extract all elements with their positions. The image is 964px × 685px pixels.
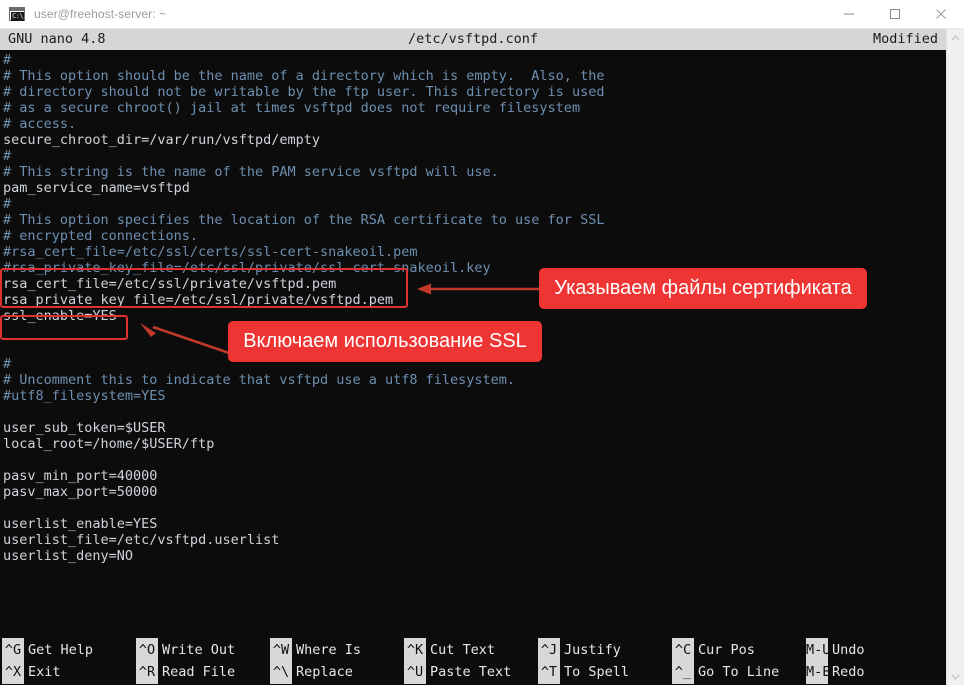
nano-shortcut-bar: ^GGet Help^XExit^OWrite Out^RRead File^W… [0,639,946,685]
window-title: user@freehost-server: ~ [34,7,166,21]
editor-line: # access. [3,116,946,132]
editor-line: # This string is the name of the PAM ser… [3,164,946,180]
shortcut-item[interactable]: ^OWrite Out [136,639,270,661]
shortcut-key: ^X [2,660,24,684]
chevron-down-icon [951,674,960,680]
editor-line: # Uncomment this to indicate that vsftpd… [3,372,946,388]
editor-line: # encrypted connections. [3,228,946,244]
nano-header-bar: GNU nano 4.8 /etc/vsftpd.conf Modified [0,29,946,50]
shortcut-key: ^T [538,660,560,684]
editor-line: pam_service_name=vsftpd [3,180,946,196]
shortcut-column: ^JJustify^TTo Spell [538,639,672,685]
shortcut-label: To Spell [564,661,629,683]
shortcut-item[interactable]: ^JJustify [538,639,672,661]
editor-line [3,500,946,516]
shortcut-key: ^U [404,660,426,684]
shortcut-key: M-E [806,660,828,684]
editor-line [3,404,946,420]
shortcut-item[interactable]: ^RRead File [136,661,270,683]
editor-line: # [3,196,946,212]
shortcut-label: Replace [296,661,353,683]
annotation-tag-ssl: Включаем использование SSL [228,321,542,362]
vertical-scrollbar[interactable] [946,29,964,685]
editor-line: userlist_deny=NO [3,548,946,564]
editor-line: # [3,148,946,164]
shortcut-column: ^WWhere Is^\Replace [270,639,404,685]
shortcut-column: ^GGet Help^XExit [2,639,136,685]
editor-line: secure_chroot_dir=/var/run/vsftpd/empty [3,132,946,148]
shortcut-column: M-UUndoM-ERedo [806,639,940,685]
shortcut-key: ^J [538,638,560,662]
console-prompt-glyph: C:\. [12,12,27,21]
console-icon: C:\. [9,7,25,21]
terminal-window: C:\. user@freehost-server: ~ GNU nano 4.… [0,0,964,685]
shortcut-column: ^CCur Pos^_Go To Line [672,639,806,685]
shortcut-item[interactable]: ^_Go To Line [672,661,806,683]
shortcut-label: Read File [162,661,235,683]
editor-line: pasv_min_port=40000 [3,468,946,484]
shortcut-label: Justify [564,639,621,661]
shortcut-key: ^W [270,638,292,662]
window-titlebar: C:\. user@freehost-server: ~ [0,0,964,29]
shortcut-key: ^\ [270,660,292,684]
scroll-up-button[interactable] [947,29,964,46]
shortcut-key: ^R [136,660,158,684]
editor-line: pasv_max_port=50000 [3,484,946,500]
editor-line: #rsa_cert_file=/etc/ssl/certs/ssl-cert-s… [3,244,946,260]
minimize-button[interactable] [826,0,872,28]
shortcut-item[interactable]: ^CCur Pos [672,639,806,661]
shortcut-item[interactable]: ^UPaste Text [404,661,538,683]
shortcut-column: ^OWrite Out^RRead File [136,639,270,685]
shortcut-item[interactable]: M-ERedo [806,661,940,683]
shortcut-label: Exit [28,661,61,683]
shortcut-key: ^C [672,638,694,662]
shortcut-label: Write Out [162,639,235,661]
shortcut-item[interactable]: ^\Replace [270,661,404,683]
editor-line: # as a secure chroot() jail at times vsf… [3,100,946,116]
shortcut-item[interactable]: ^WWhere Is [270,639,404,661]
scroll-down-button[interactable] [947,668,964,685]
shortcut-label: Go To Line [698,661,779,683]
editor-line: user_sub_token=$USER [3,420,946,436]
chevron-up-icon [951,35,960,41]
editor-line: # This option should be the name of a di… [3,68,946,84]
shortcut-label: Get Help [28,639,93,661]
shortcut-item[interactable]: ^KCut Text [404,639,538,661]
editor-line [3,452,946,468]
shortcut-key: ^G [2,638,24,662]
editor-line: # This option specifies the location of … [3,212,946,228]
shortcut-column: ^KCut Text^UPaste Text [404,639,538,685]
close-icon [935,8,947,20]
shortcut-label: Redo [832,661,865,683]
shortcut-label: Cur Pos [698,639,755,661]
shortcut-item[interactable]: ^GGet Help [2,639,136,661]
shortcut-label: Where Is [296,639,361,661]
close-button[interactable] [918,0,964,28]
annotation-tag-certificate: Указываем файлы сертификата [539,268,867,309]
shortcut-key: ^K [404,638,426,662]
shortcut-key: ^O [136,638,158,662]
shortcut-item[interactable]: ^TTo Spell [538,661,672,683]
nano-modified-status: Modified [873,29,938,50]
nano-filename: /etc/vsftpd.conf [0,29,946,50]
shortcut-key: M-U [806,638,828,662]
editor-line: # [3,52,946,68]
maximize-button[interactable] [872,0,918,28]
editor-line: local_root=/home/$USER/ftp [3,436,946,452]
editor-line: # directory should not be writable by th… [3,84,946,100]
shortcut-label: Cut Text [430,639,495,661]
shortcut-key: ^_ [672,660,694,684]
shortcut-item[interactable]: ^XExit [2,661,136,683]
shortcut-label: Undo [832,639,865,661]
minimize-icon [843,8,855,20]
shortcut-item[interactable]: M-UUndo [806,639,940,661]
shortcut-label: Paste Text [430,661,511,683]
editor-line: userlist_enable=YES [3,516,946,532]
editor-line: userlist_file=/etc/vsftpd.userlist [3,532,946,548]
maximize-icon [889,8,901,20]
editor-line: #utf8_filesystem=YES [3,388,946,404]
